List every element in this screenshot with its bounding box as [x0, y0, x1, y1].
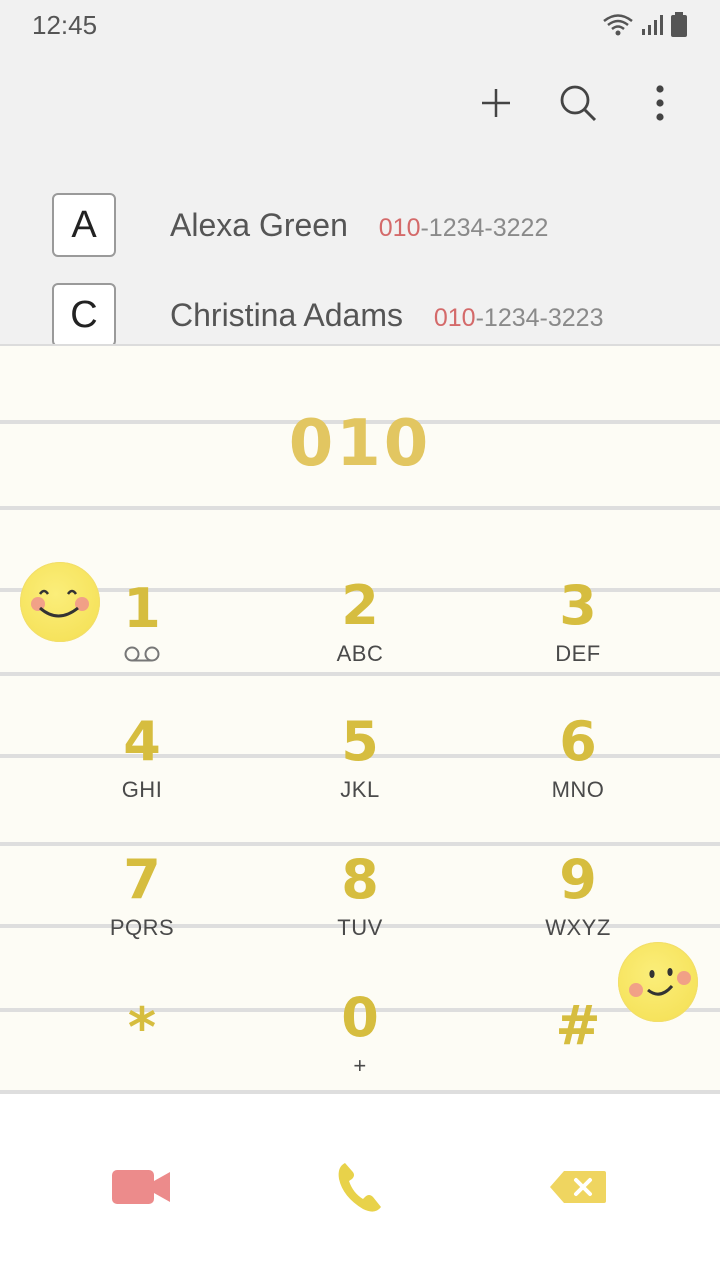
- key-letters: ABC: [336, 641, 384, 666]
- wifi-icon: [603, 14, 633, 36]
- search-button[interactable]: [552, 70, 604, 136]
- key-2[interactable]: 2 ABC: [260, 562, 460, 682]
- key-digit: 6: [559, 710, 597, 773]
- key-3[interactable]: 3 DEF: [478, 562, 678, 682]
- video-camera-icon: [112, 1170, 170, 1204]
- contact-name-text: Alexa Green: [170, 206, 348, 243]
- voicemail-icon: [124, 646, 160, 662]
- plus-icon: [482, 89, 510, 117]
- key-letters: +: [353, 1053, 367, 1078]
- dialer-panel: 010 1 2 ABC 3 DEF 4 GHI 5 JKL 6 MNO 7 PQ…: [0, 344, 720, 1094]
- more-options-button[interactable]: [634, 70, 686, 136]
- voice-call-button[interactable]: [300, 1152, 420, 1222]
- more-vertical-icon: [656, 85, 664, 121]
- smiley-sticker: [618, 942, 698, 1022]
- entered-digits[interactable]: 010: [0, 404, 720, 484]
- index-letter: C: [52, 283, 116, 347]
- contact-suggestion-list: A Alexa Green 010-1234-3222 C Christina …: [0, 180, 720, 360]
- index-letter: A: [52, 193, 116, 257]
- key-digit: 2: [341, 574, 379, 637]
- key-5[interactable]: 5 JKL: [260, 698, 460, 818]
- key-digit: #: [555, 994, 601, 1057]
- key-6[interactable]: 6 MNO: [478, 698, 678, 818]
- contact-number: 010-1234-3222: [379, 214, 549, 242]
- number-match: 010: [378, 213, 421, 242]
- key-digit: 8: [341, 848, 379, 911]
- key-digit: 9: [559, 848, 597, 911]
- key-4[interactable]: 4 GHI: [42, 698, 242, 818]
- key-letters: PQRS: [109, 915, 175, 940]
- key-letters: WXYZ: [545, 915, 611, 940]
- wink-face-icon: [629, 968, 691, 997]
- key-letters: MNO: [551, 777, 605, 802]
- contact-row[interactable]: A Alexa Green 010-1234-3222: [0, 180, 720, 270]
- search-icon: [560, 85, 597, 122]
- backspace-icon: [550, 1171, 606, 1203]
- key-8[interactable]: 8 TUV: [260, 836, 460, 956]
- key-0[interactable]: 0 +: [260, 974, 460, 1094]
- status-time: 12:45: [32, 9, 98, 40]
- signal-icon: [642, 15, 663, 35]
- key-digit: *: [127, 996, 157, 1059]
- key-7[interactable]: 7 PQRS: [42, 836, 242, 956]
- contact-number: 010-1234-3223: [434, 304, 604, 332]
- number-rest: -1234-3223: [475, 303, 604, 332]
- key-letters: DEF: [555, 641, 601, 666]
- key-digit: 4: [123, 710, 161, 773]
- key-digit: 7: [123, 848, 161, 911]
- contact-name-text: Christina Adams: [170, 296, 403, 333]
- key-digit: 0: [341, 986, 379, 1049]
- status-bar: 12:45: [0, 0, 720, 50]
- smiley-sticker: [20, 562, 100, 642]
- key-letters: JKL: [340, 777, 380, 802]
- smiley-face-icon: [31, 589, 89, 618]
- key-letters: GHI: [121, 777, 163, 802]
- bottom-call-bar: [0, 1094, 720, 1280]
- phone-icon: [338, 1163, 381, 1212]
- key-digit: 5: [341, 710, 379, 773]
- status-icons: [602, 12, 688, 38]
- backspace-button[interactable]: [518, 1152, 638, 1222]
- key-letters: TUV: [337, 915, 383, 940]
- battery-icon: [671, 12, 687, 37]
- number-rest: -1234-3222: [420, 213, 549, 242]
- ruled-line: [0, 506, 720, 510]
- key-digit: 1: [123, 577, 161, 640]
- add-contact-button[interactable]: [470, 70, 522, 136]
- video-call-button[interactable]: [82, 1152, 202, 1222]
- contact-name: Christina Adams 010-1234-3223: [170, 297, 603, 334]
- number-match: 010: [433, 303, 476, 332]
- contact-name: Alexa Green 010-1234-3222: [170, 207, 548, 244]
- key-digit: 3: [559, 574, 597, 637]
- key-star[interactable]: *: [42, 968, 242, 1088]
- action-bar: [470, 70, 686, 136]
- key-9[interactable]: 9 WXYZ: [478, 836, 678, 956]
